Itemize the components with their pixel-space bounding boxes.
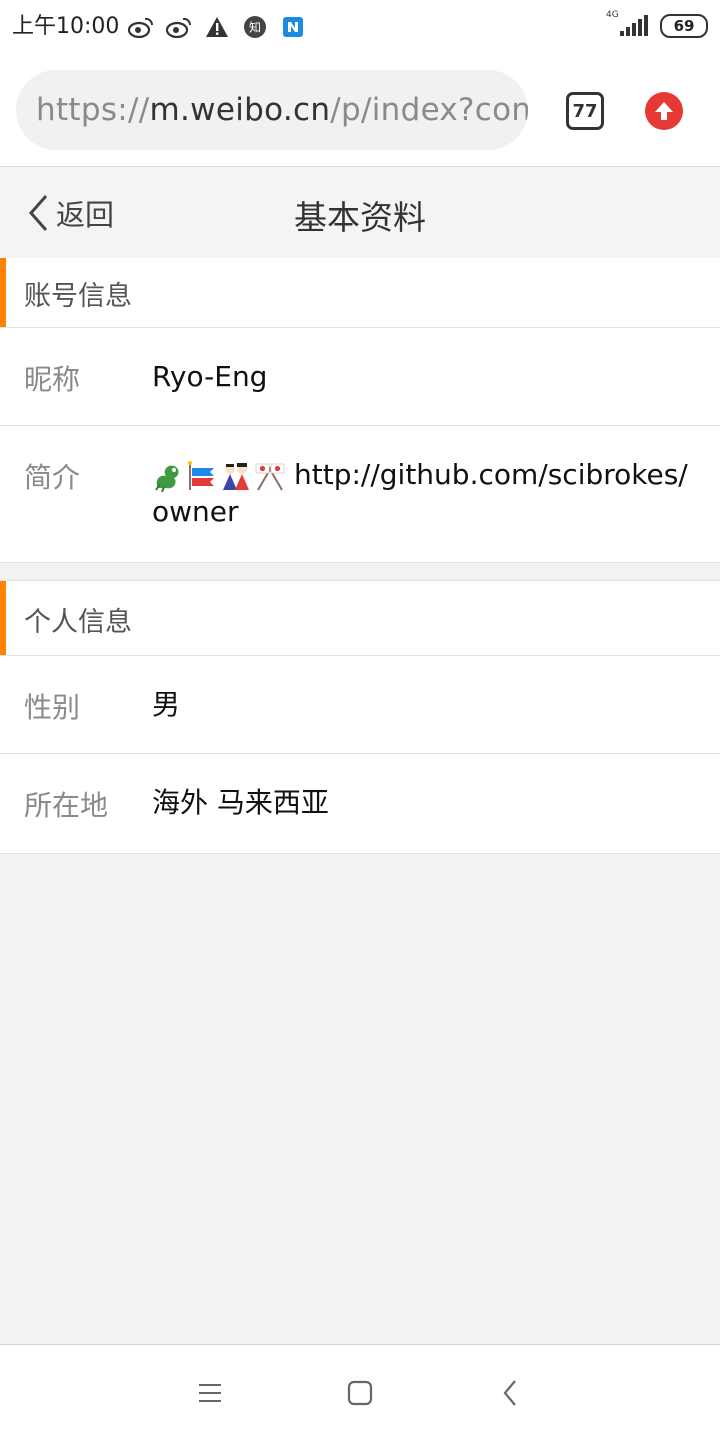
- nickname-row: 昵称 Ryo-Eng: [0, 328, 720, 426]
- location-value: 海外 马来西亚: [152, 786, 329, 819]
- bio-emojis: [152, 460, 286, 493]
- bio-label: 简介: [24, 461, 81, 494]
- nickname-label: 昵称: [24, 363, 81, 396]
- warning-icon: [204, 14, 230, 40]
- gender-row: 性别 男: [0, 656, 720, 754]
- signal-icon: 4G: [606, 10, 650, 38]
- network-type: 4G: [606, 10, 619, 20]
- section-header: 个人信息: [0, 580, 720, 656]
- bio-link-part2: owner: [152, 495, 239, 528]
- account-info-section: 账号信息 昵称 Ryo-Eng 简介 http://github.com/sci…: [0, 258, 720, 563]
- section-title: 个人信息: [24, 607, 132, 638]
- zhihu-icon: 知: [242, 14, 268, 40]
- nickname-value: Ryo-Eng: [152, 360, 268, 393]
- personal-info-section: 个人信息 性别 男 所在地 海外 马来西亚: [0, 580, 720, 854]
- bio-value: http://github.com/scibrokes/owner: [152, 456, 707, 530]
- home-square-icon: [347, 1380, 373, 1406]
- zhihu-glyph: 知: [249, 21, 261, 35]
- upload-button[interactable]: [645, 92, 683, 130]
- dragon-emoji: [152, 460, 184, 493]
- status-time: 上午10:00: [12, 14, 120, 39]
- bio-row: 简介 http://github.com/scibrokes/owner: [0, 426, 720, 563]
- section-accent-bar: [0, 258, 6, 327]
- app-n-icon: [280, 14, 306, 40]
- browser-toolbar: https://m.weibo.cn/p/index?contai 77: [0, 56, 720, 167]
- section-header: 账号信息: [0, 258, 720, 328]
- page-title: 基本资料: [294, 198, 426, 237]
- bio-link-part1: http://github.com/scibrokes/: [294, 458, 688, 491]
- battery-indicator: 69: [660, 14, 708, 38]
- system-navigation-bar: [0, 1344, 720, 1441]
- gender-label: 性别: [24, 691, 81, 724]
- crossed-flags-emoji: [254, 460, 286, 492]
- weibo-icon: [166, 14, 192, 40]
- url-path: /p/index?contai: [330, 92, 528, 128]
- status-indicators: 4G 69: [606, 10, 708, 38]
- tab-switcher-button[interactable]: 77: [566, 92, 604, 130]
- address-bar[interactable]: https://m.weibo.cn/p/index?contai: [16, 70, 528, 150]
- status-bar: 上午10:00 知 4G 69: [0, 0, 720, 56]
- system-back-button[interactable]: [492, 1375, 528, 1411]
- carp-streamer-emoji: [186, 460, 218, 492]
- arrow-up-icon: [655, 102, 673, 120]
- weibo-icon: [128, 14, 154, 40]
- home-button[interactable]: [342, 1375, 378, 1411]
- menu-icon: [199, 1384, 221, 1402]
- url-host: m.weibo.cn: [149, 92, 331, 128]
- back-chevron-icon: [503, 1380, 516, 1406]
- section-title: 账号信息: [24, 281, 132, 312]
- page-header: 返回 基本资料: [0, 167, 720, 259]
- section-accent-bar: [0, 581, 6, 655]
- url-scheme: https://: [36, 92, 150, 128]
- menu-button[interactable]: [192, 1375, 228, 1411]
- dolls-emoji: [220, 460, 252, 492]
- location-row: 所在地 海外 马来西亚: [0, 754, 720, 854]
- gender-value: 男: [152, 688, 181, 721]
- notification-icons: 知: [128, 14, 306, 40]
- url-text: https://m.weibo.cn/p/index?contai: [36, 92, 528, 128]
- location-label: 所在地: [24, 789, 109, 822]
